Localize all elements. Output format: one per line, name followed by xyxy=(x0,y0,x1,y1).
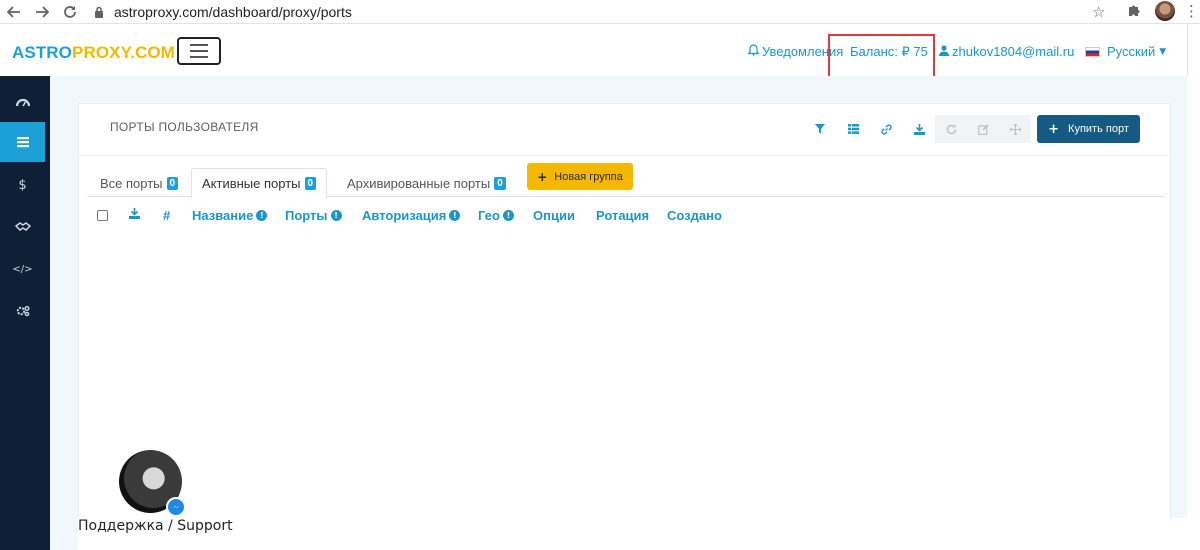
address-bar[interactable]: astroproxy.com/dashboard/proxy/ports xyxy=(92,1,1122,22)
user-email: zhukov1804@mail.ru xyxy=(952,44,1075,59)
bell-icon xyxy=(747,44,760,59)
tab-archived-ports[interactable]: Архивированные порты 0 xyxy=(337,168,516,198)
column-label: Гео xyxy=(478,208,500,223)
filter-icon xyxy=(815,124,825,134)
code-icon: </> xyxy=(12,263,33,275)
count-badge: 0 xyxy=(166,176,179,190)
caret-down-icon: ▼ xyxy=(1159,46,1167,57)
count-badge: 0 xyxy=(304,176,317,190)
link-button[interactable] xyxy=(870,115,902,143)
browser-toolbar: astroproxy.com/dashboard/proxy/ports ☆ ⋮ xyxy=(0,0,1200,24)
column-options[interactable]: Опции xyxy=(533,208,575,223)
back-arrow-icon[interactable] xyxy=(0,0,28,24)
tab-label: Архивированные порты xyxy=(347,175,491,191)
buy-port-label: Купить порт xyxy=(1068,123,1129,135)
move-icon xyxy=(1009,123,1021,135)
scrollbar-edge xyxy=(1187,24,1188,76)
column-geo[interactable]: Гео! xyxy=(478,208,514,223)
sidebar-item-settings[interactable] xyxy=(0,291,45,331)
column-label: Название xyxy=(192,208,254,223)
card-title: ПОРТЫ ПОЛЬЗОВАТЕЛЯ xyxy=(110,120,259,134)
app-header: ASTROPROXY.COM Уведомления Баланс: ₽ 75 … xyxy=(0,24,1200,91)
refresh-icon xyxy=(946,124,956,134)
column-ports[interactable]: Порты! xyxy=(285,208,342,223)
star-icon[interactable]: ☆ xyxy=(1092,3,1105,21)
select-all-checkbox[interactable] xyxy=(97,210,108,221)
russian-flag-icon xyxy=(1085,46,1100,57)
column-name[interactable]: Название! xyxy=(192,208,268,223)
plus-icon: + xyxy=(537,169,548,184)
link-icon xyxy=(880,123,892,135)
download-button[interactable] xyxy=(903,115,935,143)
url-text: astroproxy.com/dashboard/proxy/ports xyxy=(114,3,352,20)
handshake-icon xyxy=(14,222,31,231)
support-label[interactable]: Поддержка / Support xyxy=(78,518,233,534)
filter-button[interactable] xyxy=(804,115,836,143)
language-select[interactable]: Русский ▼ xyxy=(1085,44,1166,59)
tab-all-ports[interactable]: Все порты 0 xyxy=(90,168,188,198)
download-icon xyxy=(913,123,925,135)
hamburger-line xyxy=(190,56,208,58)
plus-icon: + xyxy=(1048,121,1060,137)
language-label: Русский xyxy=(1107,44,1156,59)
extensions-icon[interactable] xyxy=(1127,3,1141,21)
messenger-icon[interactable] xyxy=(166,497,186,517)
count-badge: 0 xyxy=(494,176,506,190)
list-icon xyxy=(16,137,29,148)
tab-label: Все порты xyxy=(100,175,163,191)
tab-label: Активные порты xyxy=(202,175,301,191)
dollar-icon: $ xyxy=(18,177,27,193)
dashboard-icon xyxy=(15,98,30,107)
edit-button[interactable] xyxy=(967,115,999,143)
ports-tabs: Все порты 0 Активные порты 0 Архивирован… xyxy=(87,162,1165,198)
lock-icon xyxy=(92,5,106,19)
hamburger-line xyxy=(190,50,208,52)
table-view-button[interactable] xyxy=(837,115,869,143)
logo[interactable]: ASTROPROXY.COM xyxy=(12,43,175,63)
table-icon xyxy=(847,124,859,134)
column-hash: # xyxy=(163,208,171,223)
sidebar-item-ports[interactable] xyxy=(0,122,45,162)
ports-card: ПОРТЫ ПОЛЬЗОВАТЕЛЯ + Купить порт Все пор… xyxy=(78,103,1171,519)
column-created[interactable]: Создано xyxy=(667,208,722,223)
column-authorization[interactable]: Авторизация! xyxy=(362,208,461,223)
info-icon[interactable]: ! xyxy=(502,210,514,221)
card-header: ПОРТЫ ПОЛЬЗОВАТЕЛЯ + Купить порт xyxy=(79,104,1170,156)
tab-active-ports[interactable]: Активные порты 0 xyxy=(191,168,328,198)
user-icon xyxy=(939,44,949,59)
refresh-button[interactable] xyxy=(935,115,967,143)
info-icon[interactable]: ! xyxy=(330,210,342,221)
edit-icon xyxy=(977,123,989,135)
column-label: Порты xyxy=(285,208,328,223)
settings-icon xyxy=(16,306,29,317)
column-label: Авторизация xyxy=(362,208,447,223)
column-rotation[interactable]: Ротация xyxy=(596,208,649,223)
support-bar: Поддержка / Support xyxy=(78,518,1187,550)
logo-part-astro: ASTRO xyxy=(12,43,72,62)
sidebar: $ </> xyxy=(0,76,50,550)
table-header: # Название! Порты! Авторизация! Гео! Опц… xyxy=(79,208,1170,228)
info-icon[interactable]: ! xyxy=(449,210,461,221)
more-vert-icon[interactable]: ⋮ xyxy=(1184,2,1199,20)
move-button[interactable] xyxy=(999,115,1031,143)
new-group-button[interactable]: + Новая группа xyxy=(527,163,633,190)
logo-part-proxy: PROXY.COM xyxy=(72,43,175,62)
download-icon[interactable] xyxy=(129,208,140,223)
profile-avatar[interactable] xyxy=(1155,1,1175,21)
sidebar-item-partners[interactable] xyxy=(0,207,45,247)
hamburger-line xyxy=(190,44,208,46)
reload-icon[interactable] xyxy=(56,0,84,24)
user-menu[interactable]: zhukov1804@mail.ru xyxy=(939,44,1074,59)
new-group-label: Новая группа xyxy=(554,170,623,183)
menu-toggle-button[interactable] xyxy=(177,37,221,65)
sidebar-item-api[interactable]: </> xyxy=(0,249,45,289)
info-icon[interactable]: ! xyxy=(256,210,268,221)
sidebar-item-dashboard[interactable] xyxy=(0,82,45,122)
forward-arrow-icon[interactable] xyxy=(28,0,56,24)
buy-port-button[interactable]: + Купить порт xyxy=(1037,115,1140,143)
sidebar-item-billing[interactable]: $ xyxy=(0,165,45,205)
